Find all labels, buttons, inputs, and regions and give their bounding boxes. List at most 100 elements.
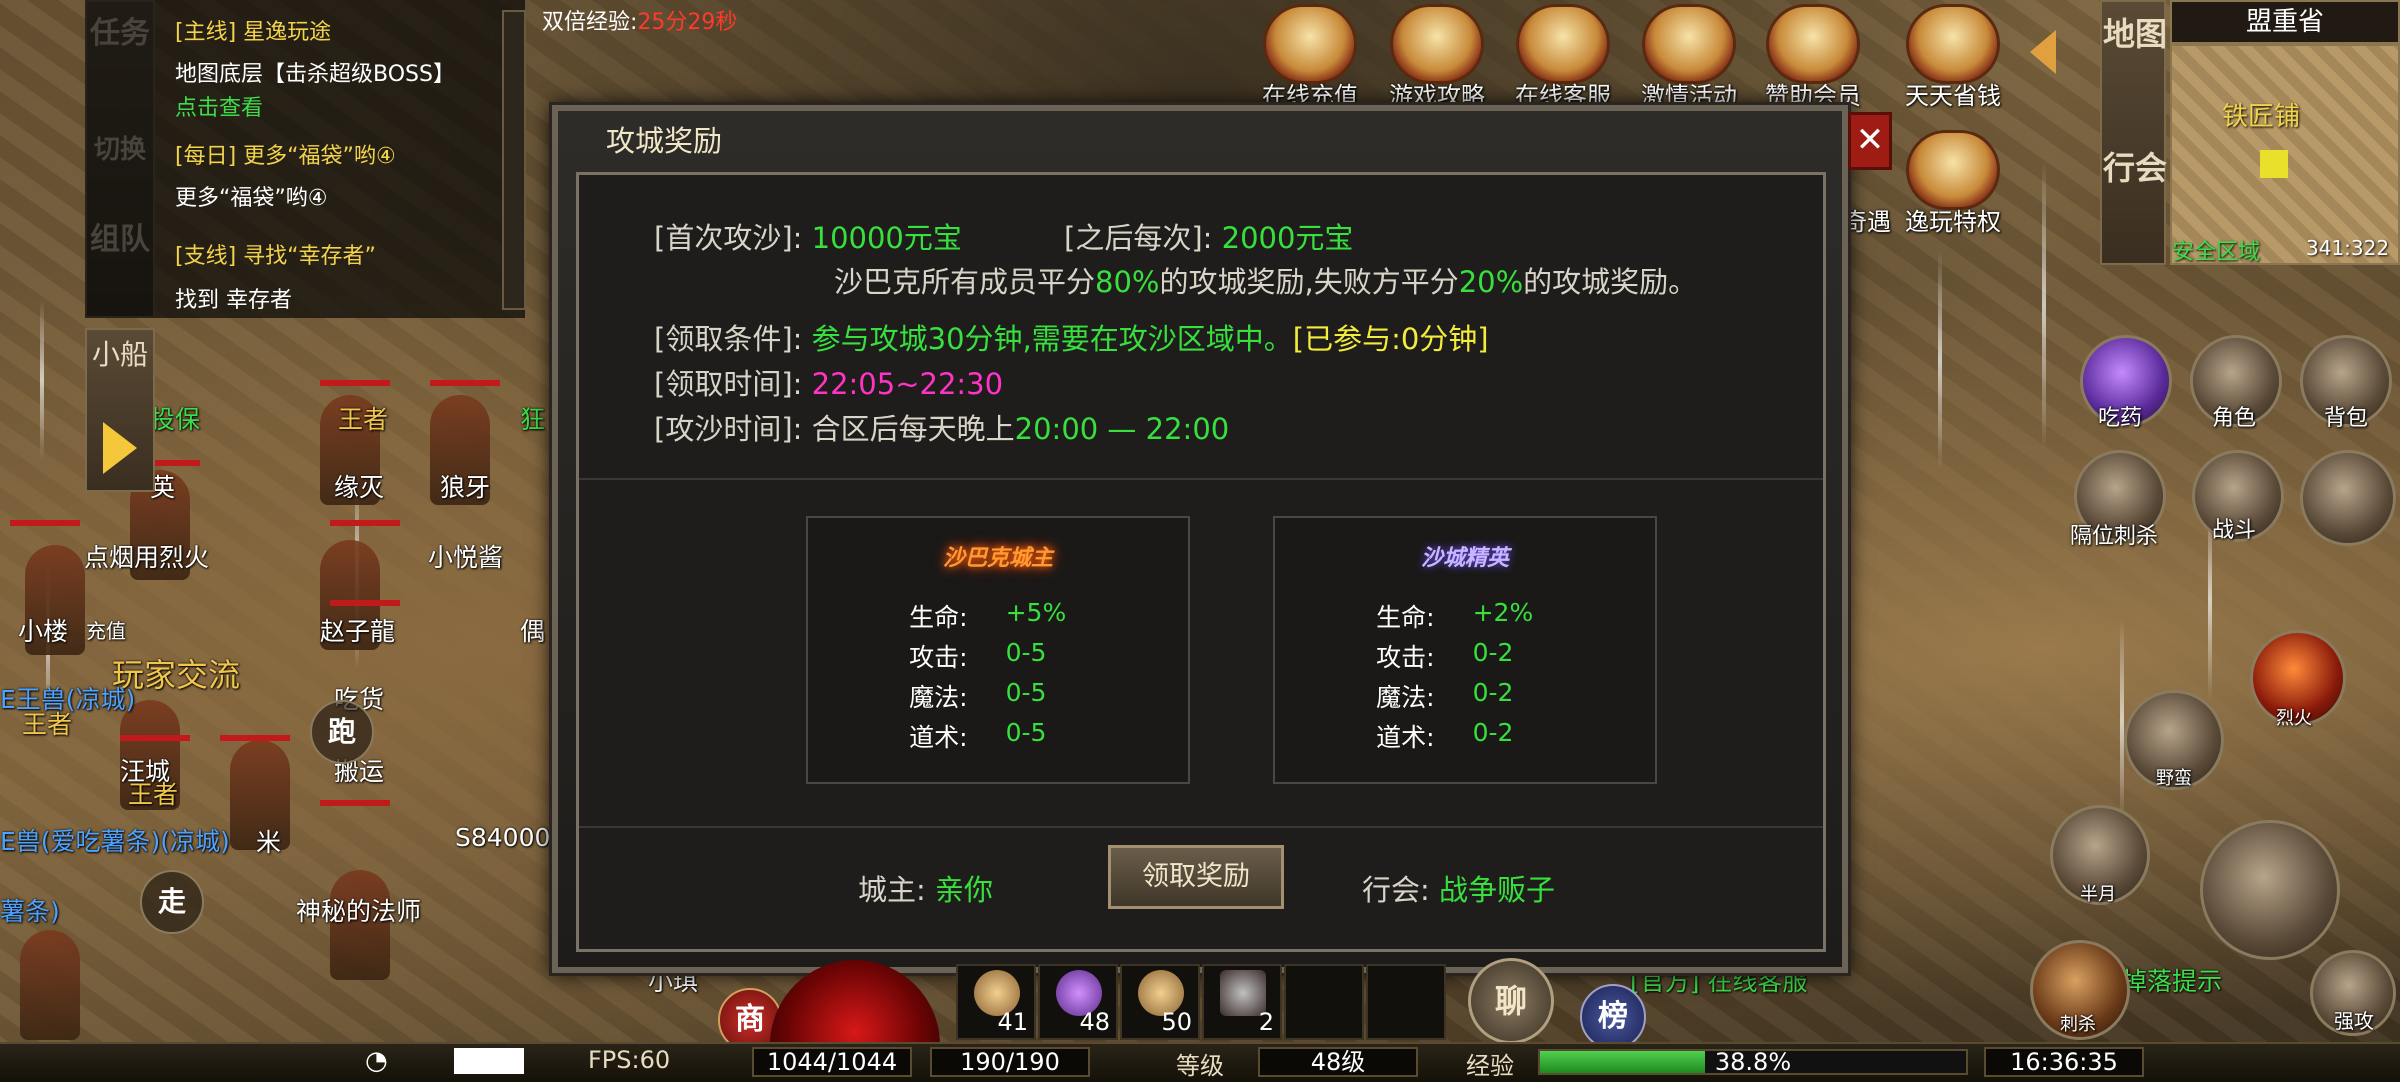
clock: 16:36:35 — [1984, 1047, 2144, 1077]
player-character[interactable] — [20, 930, 80, 1040]
item-slot-empty[interactable] — [1366, 964, 1446, 1040]
guild-name: 薯条) — [0, 897, 60, 926]
hp-bar — [10, 520, 80, 526]
player-name: 偶 — [520, 617, 546, 646]
item-slot[interactable]: 50 — [1120, 964, 1200, 1040]
reward-card-elite: 沙城精英 生命: +2% 攻击: 0-2 魔法: 0-2 道术: 0-2 — [1273, 516, 1657, 784]
item-slot[interactable]: 48 — [1038, 964, 1118, 1040]
region-name: 盟重省 — [2170, 0, 2400, 44]
castle-owner-row: 城主: 亲你 — [858, 873, 994, 907]
saving-icon[interactable]: 天天省钱 — [1898, 0, 2008, 110]
vip-icon[interactable]: 赞助会员 — [1758, 0, 1868, 110]
claim-condition-row: [领取条件]: 参与攻城30分钟,需要在攻沙区域中。[已参与:0分钟] — [654, 322, 1489, 356]
siege-time-row: [攻沙时间]: 合区后每天晚上20:00 — 22:00 — [654, 412, 1230, 446]
tab-guild[interactable]: 行会 — [2102, 150, 2168, 186]
map-name: 铁匠铺 — [2222, 102, 2301, 132]
quest-main-link[interactable]: 点击查看 — [175, 90, 263, 122]
exp-label: 经验 — [1466, 1052, 1514, 1080]
privilege-icon[interactable]: 逸玩特权 — [1898, 126, 2008, 236]
reward-after-row: [之后每次]: 2000元宝 — [1064, 221, 1354, 255]
recharge-icon[interactable]: 在线充值 — [1255, 0, 1365, 110]
reward-share-row: 沙巴克所有成员平分80%的攻城奖励,失败方平分20%的攻城奖励。 — [834, 265, 1698, 299]
chat-button[interactable]: 聊 — [1468, 958, 1554, 1044]
close-icon: ✕ — [1855, 120, 1885, 160]
walk-button[interactable]: 走 — [140, 870, 204, 934]
player-name: 狼牙 — [440, 473, 491, 502]
collapse-arrow-icon[interactable] — [2030, 30, 2056, 74]
quest-main-header[interactable]: [主线] 星逸玩途 — [175, 14, 331, 46]
guild-name: E兽(爱吃薯条)(凉城) — [0, 827, 230, 856]
halfmoon-label: 半月 — [2080, 884, 2116, 905]
quest-side-header[interactable]: [支线] 寻找“幸存者” — [175, 238, 376, 270]
guide-icon[interactable]: 游戏攻略 — [1382, 0, 1492, 110]
player-title: 王者 — [128, 780, 179, 809]
expand-arrow-icon — [103, 422, 137, 474]
strong-attack-label: 强攻 — [2334, 1009, 2374, 1033]
move-icon[interactable] — [2300, 450, 2396, 546]
level-value: 48级 — [1258, 1047, 1418, 1077]
potion-label: 吃药 — [2098, 406, 2143, 431]
player-title: 王者 — [338, 405, 389, 434]
player-name: 点烟用烈火 — [84, 543, 210, 572]
guild-row: 行会: 战争贩子 — [1362, 873, 1556, 907]
hp-bar — [330, 600, 400, 606]
guild-name-value: 战争贩子 — [1439, 873, 1556, 907]
player-name: 小楼 — [18, 617, 69, 646]
hp-bar — [320, 380, 390, 386]
hp-value: 1044/1044 — [752, 1047, 912, 1077]
charge-label: 野蛮 — [2156, 768, 2192, 789]
hp-bar — [320, 800, 390, 806]
rain-streak — [40, 300, 44, 460]
quest-scrollbar[interactable] — [502, 10, 526, 310]
drop-notice-label[interactable]: 掉落提示 — [2122, 962, 2222, 998]
player-name: 缘灭 — [334, 473, 385, 502]
rain-streak — [2120, 620, 2124, 820]
small-boat-tab[interactable]: 小船 — [85, 328, 155, 492]
participation-status: [已参与:0分钟] — [1292, 322, 1489, 356]
ranking-button[interactable]: 榜 — [1580, 984, 1646, 1050]
wifi-icon: ◔ — [365, 1046, 388, 1076]
main-attack-icon[interactable] — [2200, 820, 2340, 960]
quest-daily-header[interactable]: [每日] 更多“福袋”哟④ — [175, 138, 396, 170]
player-name: 赵子龍 — [320, 617, 396, 646]
reward-first-row: [首次攻沙]: 10000元宝 — [654, 221, 962, 255]
double-exp-label: 双倍经验: — [542, 10, 638, 35]
player-name: 米 — [256, 828, 282, 857]
minimap-tabs: 地图 行会 — [2100, 0, 2168, 265]
service-icon[interactable]: 在线客服 — [1508, 0, 1618, 110]
mp-value: 190/190 — [930, 1047, 1090, 1077]
card-title: 沙巴克城主 — [942, 546, 1053, 571]
coordinates: 341:322 — [2306, 236, 2390, 260]
item-slot-empty[interactable] — [1284, 964, 1364, 1040]
player-name: 投保 — [150, 405, 201, 434]
player-name: 小悦酱 — [428, 543, 504, 572]
rain-streak — [2042, 160, 2046, 450]
player-name: 充值 — [86, 619, 126, 643]
double-exp-status: 双倍经验:25分29秒 — [542, 4, 737, 36]
player-name: 狂 — [520, 405, 546, 434]
item-slot[interactable]: 2 — [1202, 964, 1282, 1040]
hp-bar — [330, 520, 400, 526]
close-button[interactable]: ✕ — [1848, 112, 1892, 170]
run-button[interactable]: 跑 — [310, 700, 374, 764]
rain-streak — [1938, 250, 1942, 470]
player-name: 神秘的法师 — [296, 897, 422, 926]
guild-name: E王兽(凉城) — [0, 685, 136, 714]
item-slot[interactable]: 41 — [956, 964, 1036, 1040]
claim-reward-button[interactable]: 领取奖励 — [1108, 845, 1284, 909]
after-siege-value: 2000元宝 — [1221, 221, 1354, 255]
fire-label: 烈火 — [2276, 708, 2312, 729]
hp-bar — [120, 735, 190, 741]
safe-zone-label: 安全区域 — [2172, 240, 2261, 265]
quest-daily-body: 更多“福袋”哟④ — [175, 186, 328, 211]
stab-label: 隔位刺杀 — [2070, 524, 2159, 549]
exp-bar: 38.8% — [1538, 1049, 1968, 1075]
tab-map[interactable]: 地图 — [2102, 16, 2168, 52]
activity-icon[interactable]: 激情活动 — [1634, 0, 1744, 110]
battle-label: 战斗 — [2212, 518, 2257, 543]
level-label: 等级 — [1176, 1052, 1224, 1080]
character-label: 角色 — [2212, 406, 2257, 431]
dialog-title: 攻城奖励 — [606, 124, 723, 158]
exp-value: 38.8% — [1714, 1048, 1792, 1076]
divider — [579, 826, 1823, 828]
